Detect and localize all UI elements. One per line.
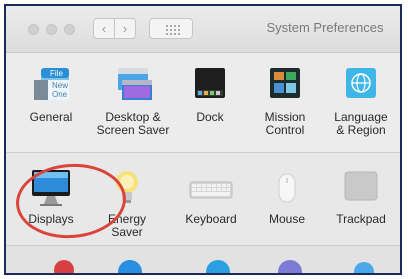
close-window-button[interactable] — [28, 24, 39, 35]
grid-icon — [166, 25, 180, 35]
general-icon-text-1: File — [50, 69, 63, 78]
desktop-screensaver-icon — [118, 68, 152, 100]
globe-icon — [346, 68, 376, 98]
pref-trackpad-label: Trackpad — [336, 212, 386, 226]
minimize-window-button[interactable] — [46, 24, 57, 35]
chevron-left-icon: ‹ — [101, 21, 107, 36]
pref-desktop-screen-saver[interactable]: Desktop & Screen Saver — [96, 66, 170, 137]
pref-trackpad[interactable]: Trackpad — [324, 168, 398, 226]
mouse-icon — [278, 173, 296, 203]
general-icon-text-2: New — [52, 81, 68, 90]
pref-general[interactable]: File New One General — [14, 66, 88, 124]
forward-button[interactable]: › — [114, 18, 136, 39]
pref-keyboard[interactable]: Keyboard — [174, 168, 248, 226]
show-all-button[interactable] — [149, 18, 193, 39]
keyboard-icon — [189, 181, 233, 199]
general-icon-text-3: One — [52, 90, 68, 99]
pref-keyboard-label: Keyboard — [185, 212, 237, 226]
title-bar: ‹ › System Preferences — [6, 6, 400, 53]
pref-language-region[interactable]: Language & Region — [324, 66, 398, 137]
zoom-window-button[interactable] — [64, 24, 75, 35]
dock-icon — [195, 68, 225, 98]
trackpad-icon — [344, 171, 378, 201]
pref-mouse[interactable]: Mouse — [250, 168, 324, 226]
partial-row-icons — [54, 260, 374, 273]
pref-language-region-label: Language & Region — [334, 110, 388, 137]
pref-desktop-screen-saver-label: Desktop & Screen Saver — [96, 110, 170, 137]
pref-mouse-label: Mouse — [268, 212, 306, 226]
window: ‹ › System Preferences File New One Gene… — [4, 4, 402, 275]
pref-general-label: General — [29, 110, 73, 124]
pref-dock-label: Dock — [196, 110, 224, 124]
pref-mission-control[interactable]: Mission Control — [248, 66, 322, 137]
general-icon: File New One — [34, 68, 69, 100]
back-button[interactable]: ‹ — [93, 18, 115, 39]
chevron-right-icon: › — [122, 21, 128, 36]
mission-control-icon — [270, 68, 300, 98]
pref-dock[interactable]: Dock — [173, 66, 247, 124]
pref-mission-control-label: Mission Control — [264, 110, 306, 137]
window-title: System Preferences — [266, 20, 384, 35]
